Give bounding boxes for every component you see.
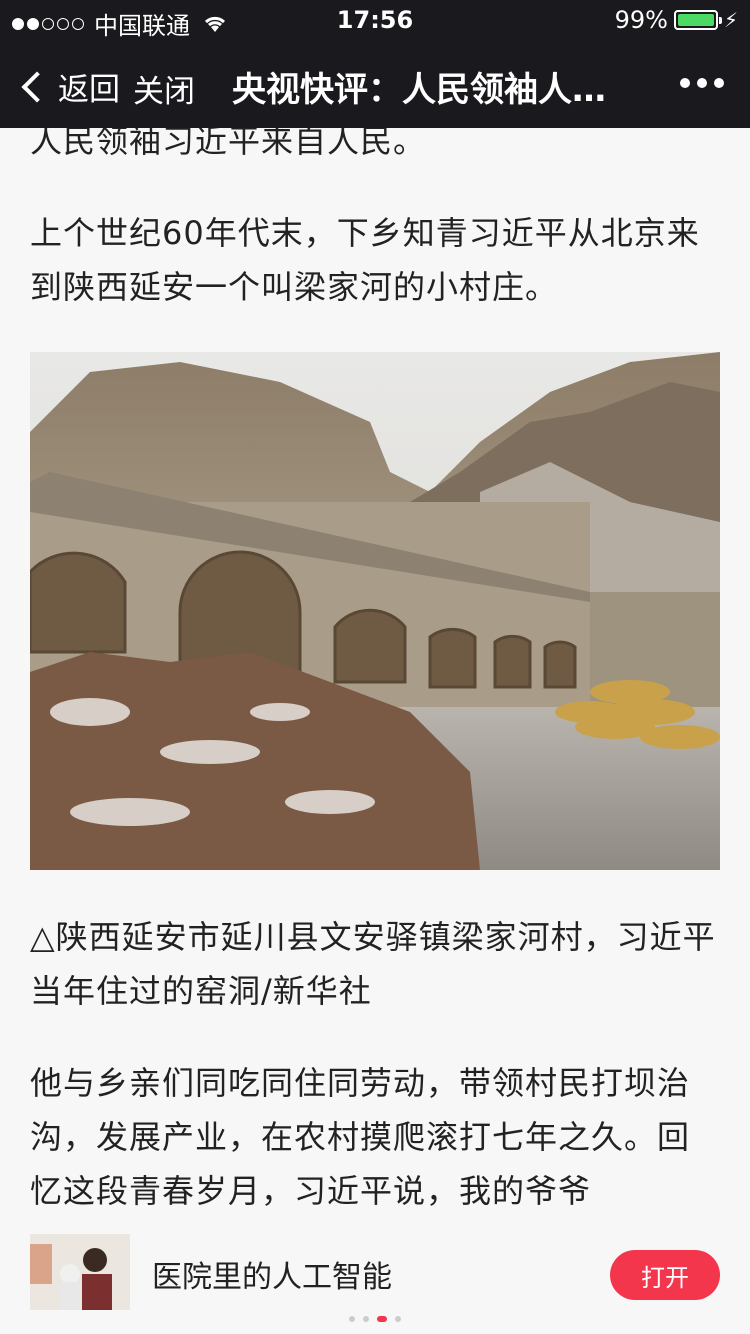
pager-dot-active (377, 1316, 387, 1322)
pager-dot (349, 1316, 355, 1322)
article-photo-cave-dwellings[interactable] (30, 352, 720, 870)
article-paragraph: 人民领袖习近平来自人民。 (30, 128, 427, 160)
page-title: 央视快评：人民领袖人… (232, 70, 606, 110)
pager-dot (395, 1316, 401, 1322)
article-paragraph: 上个世纪60年代末，下乡知青习近平从北京来到陕西延安一个叫梁家河的小村庄。 (30, 214, 700, 306)
carousel-pager (0, 1316, 750, 1322)
open-button[interactable]: 打开 (610, 1250, 720, 1300)
more-dots-icon (680, 78, 690, 88)
pager-dot (363, 1316, 369, 1322)
navigation-bar: 返回 关闭 央视快评：人民领袖人… (0, 40, 750, 128)
promo-thumbnail-image (30, 1234, 130, 1310)
close-button[interactable]: 关闭 (133, 66, 195, 111)
promo-title: 医院里的人工智能 (152, 1260, 392, 1295)
charging-icon: ⚡ (723, 8, 738, 32)
more-options-button[interactable] (680, 78, 724, 88)
chevron-left-icon (21, 70, 53, 103)
back-button[interactable]: 返回 (20, 64, 120, 109)
photo-illustration (30, 352, 720, 870)
article-content[interactable]: 人民领袖习近平来自人民。 上个世纪60年代末，下乡知青习近平从北京来到陕西延安一… (0, 128, 750, 1220)
photo-caption: △陕西延安市延川县文安驿镇梁家河村，习近平当年住过的窑洞/新华社 (30, 918, 716, 1010)
promo-banner[interactable]: 医院里的人工智能 打开 (0, 1220, 750, 1334)
battery-percent: 99% (614, 6, 668, 34)
promo-thumbnail[interactable] (30, 1234, 130, 1310)
status-bar: 中国联通 17:56 99% ⚡ (0, 0, 750, 40)
back-label: 返回 (58, 72, 120, 108)
article-paragraph: 他与乡亲们同吃同住同劳动，带领村民打坝治沟，发展产业，在农村摸爬滚打七年之久。回… (30, 1064, 691, 1210)
battery-icon (673, 10, 722, 30)
